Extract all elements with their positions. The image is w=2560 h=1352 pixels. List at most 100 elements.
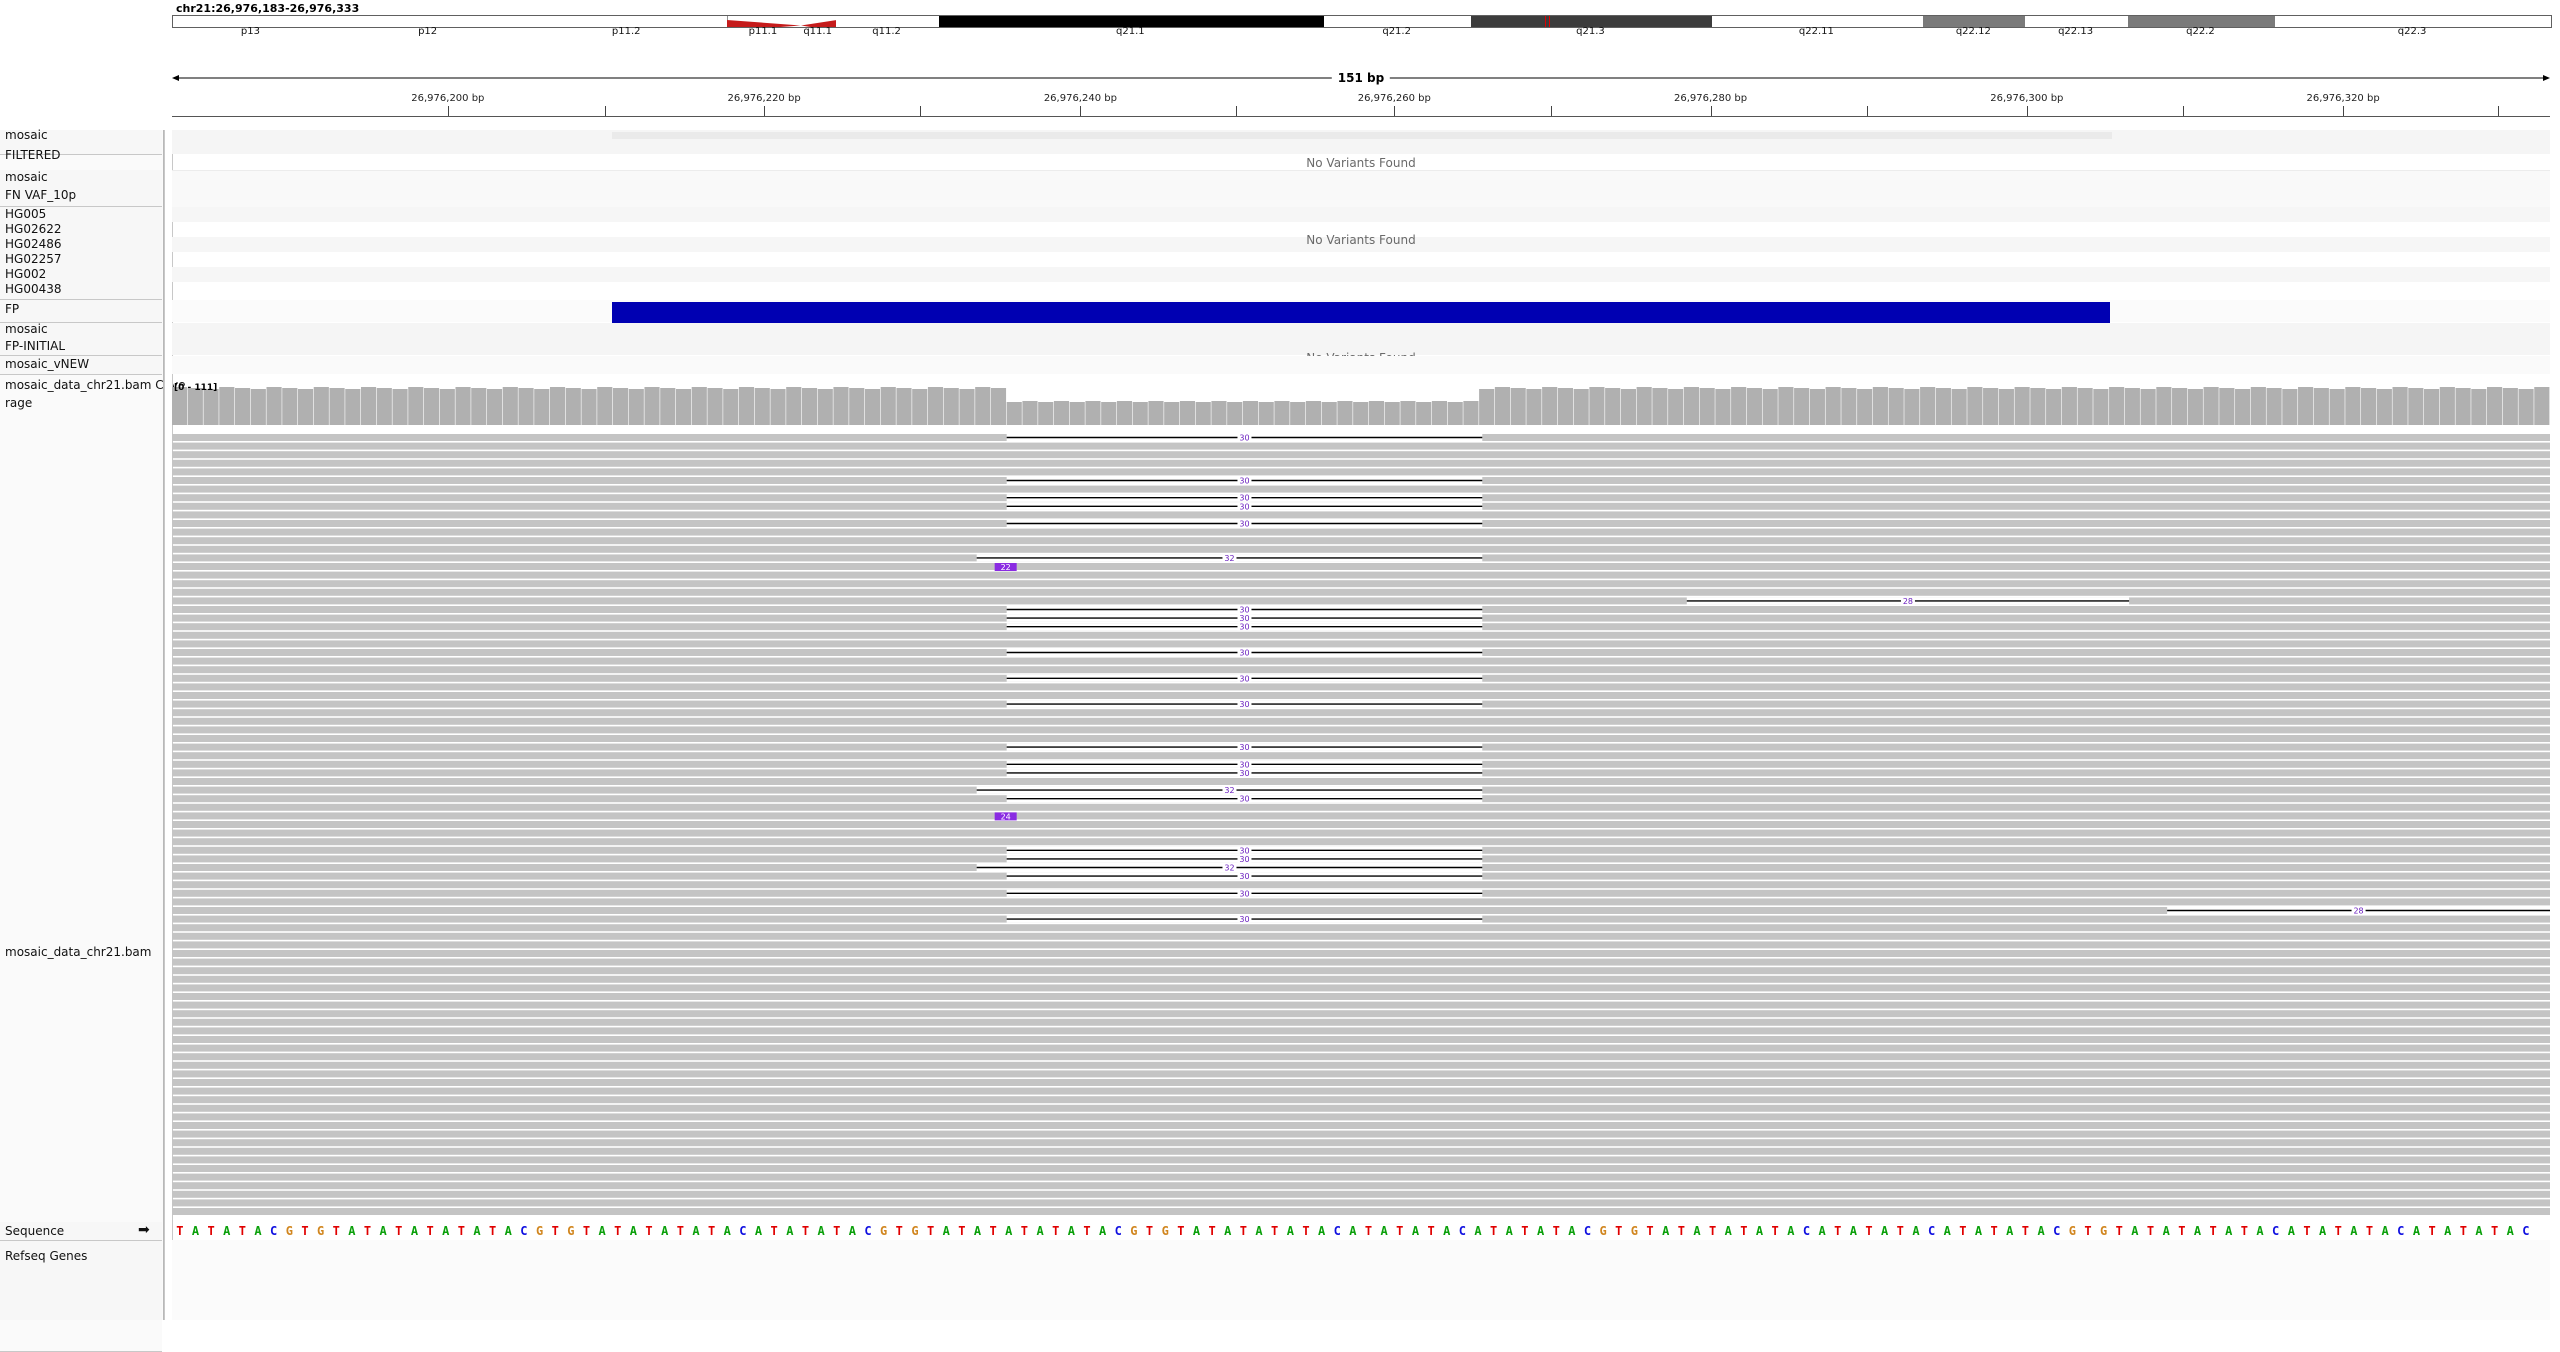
read[interactable] (172, 1147, 2550, 1155)
track-name-mosaic-fp-initial[interactable]: mosaic FP-INITIAL (0, 322, 162, 356)
read[interactable] (172, 657, 2550, 665)
read[interactable] (172, 571, 2550, 579)
read[interactable] (172, 984, 2550, 992)
track-name-sequence[interactable]: Sequence ➡ (0, 1222, 162, 1241)
read[interactable] (172, 1113, 2550, 1121)
read[interactable] (172, 838, 2550, 846)
read[interactable] (172, 1199, 2550, 1207)
read[interactable] (172, 485, 2550, 493)
read[interactable] (172, 1096, 2550, 1104)
fp-feature[interactable] (611, 302, 2111, 324)
read[interactable] (172, 752, 2550, 760)
read[interactable] (172, 1070, 2550, 1078)
read[interactable] (172, 812, 2550, 820)
track-fp[interactable] (172, 300, 2550, 324)
track-mosaic-fp-initial[interactable]: No Variants Found (172, 323, 2550, 365)
reference-sequence[interactable]: TATATACGTGTATATATATATACGTGTATATATATACATA… (172, 1220, 2550, 1238)
read[interactable] (172, 726, 2550, 734)
read[interactable] (172, 778, 2550, 785)
read[interactable] (172, 803, 2550, 811)
read[interactable] (172, 683, 2550, 691)
reference-base: A (1662, 1224, 1670, 1238)
track-name-mosaic-fn[interactable]: mosaic FN VAF_10p (0, 170, 162, 207)
read[interactable] (172, 580, 2550, 588)
read[interactable] (172, 1156, 2550, 1164)
read[interactable] (172, 829, 2550, 837)
read[interactable] (172, 1104, 2550, 1112)
alignment-track[interactable]: 30 30 30 30 30 32 22 28 30 30 30 30 30 30 30 30 30 32 30 24… (172, 434, 2550, 1224)
read[interactable] (172, 451, 2550, 459)
track-name-refseq[interactable]: Refseq Genes (0, 1241, 162, 1320)
coverage-bar (1038, 402, 1054, 425)
track-name-mosaic-vnew[interactable]: mosaic_vNEW (0, 356, 162, 375)
track-refseq[interactable] (172, 1240, 2550, 1320)
read[interactable] (172, 1044, 2550, 1052)
read[interactable] (172, 597, 2550, 605)
read[interactable] (172, 1036, 2550, 1043)
read[interactable] (172, 924, 2550, 932)
read[interactable] (172, 735, 2550, 742)
read[interactable] (172, 1190, 2550, 1198)
coverage-bar (1746, 388, 1762, 425)
read[interactable] (172, 1122, 2550, 1129)
reference-base: A (1224, 1224, 1232, 1238)
read[interactable] (172, 528, 2550, 536)
reference-base: A (1067, 1224, 1075, 1238)
coverage-track[interactable]: [0 - 111] (172, 383, 2550, 425)
read[interactable] (172, 692, 2550, 699)
position-ruler[interactable]: 26,976,200 bp 26,976,220 bp 26,976,240 bp 2… (172, 0, 2550, 120)
read[interactable] (172, 1182, 2550, 1190)
read[interactable] (172, 545, 2550, 553)
read[interactable] (172, 459, 2550, 467)
read[interactable] (172, 709, 2550, 717)
reference-base: T (176, 1224, 184, 1238)
read[interactable] (172, 1173, 2550, 1181)
read[interactable] (172, 881, 2550, 889)
read[interactable] (172, 631, 2550, 639)
read[interactable] (172, 1079, 2550, 1086)
read[interactable] (172, 1010, 2550, 1018)
read[interactable] (172, 941, 2550, 949)
read[interactable] (172, 993, 2550, 1000)
track-mosaic-vnew[interactable] (172, 356, 2550, 374)
read[interactable] (172, 1165, 2550, 1172)
read[interactable] (172, 511, 2550, 519)
read[interactable] (172, 958, 2550, 966)
read[interactable] (172, 666, 2550, 674)
read[interactable] (172, 1208, 2550, 1215)
read[interactable] (172, 1018, 2550, 1026)
strand-arrow-icon[interactable]: ➡ (138, 1223, 150, 1237)
track-name-bam[interactable]: mosaic_data_chr21.bam Cove rage mosaic_d… (0, 375, 186, 1352)
read[interactable] (172, 932, 2550, 940)
track-mosaic-filtered[interactable]: No Variants Found (172, 130, 2550, 170)
read[interactable] (172, 537, 2550, 545)
read[interactable] (172, 717, 2550, 725)
reference-base: T (395, 1224, 403, 1238)
reference-base: G (535, 1224, 544, 1238)
read[interactable] (172, 588, 2550, 596)
reference-base: T (1865, 1224, 1873, 1238)
read[interactable] (172, 563, 2550, 570)
track-mosaic-fn[interactable] (172, 170, 2550, 207)
track-name-mosaic-filtered[interactable]: mosaic FILTERED (0, 128, 162, 162)
read[interactable] (172, 898, 2550, 906)
reference-base: A (1818, 1224, 1826, 1238)
read[interactable] (172, 468, 2550, 476)
read[interactable] (172, 442, 2550, 450)
read[interactable] (172, 975, 2550, 983)
track-name-samples[interactable]: HG005 HG02622 HG02486 HG02257 HG002 HG00… (0, 207, 162, 300)
read[interactable] (172, 1027, 2550, 1035)
track-samples[interactable]: No Variants Found (172, 207, 2550, 299)
read[interactable] (172, 640, 2550, 648)
read[interactable] (172, 1053, 2550, 1061)
read[interactable] (172, 950, 2550, 957)
reference-base: G (316, 1224, 325, 1238)
read[interactable] (172, 1130, 2550, 1138)
track-name-fp[interactable]: FP (0, 300, 162, 323)
read[interactable] (172, 1087, 2550, 1095)
read[interactable] (172, 1139, 2550, 1147)
read[interactable] (172, 1061, 2550, 1069)
read[interactable] (172, 967, 2550, 975)
read[interactable] (172, 821, 2550, 828)
read[interactable] (172, 1001, 2550, 1009)
